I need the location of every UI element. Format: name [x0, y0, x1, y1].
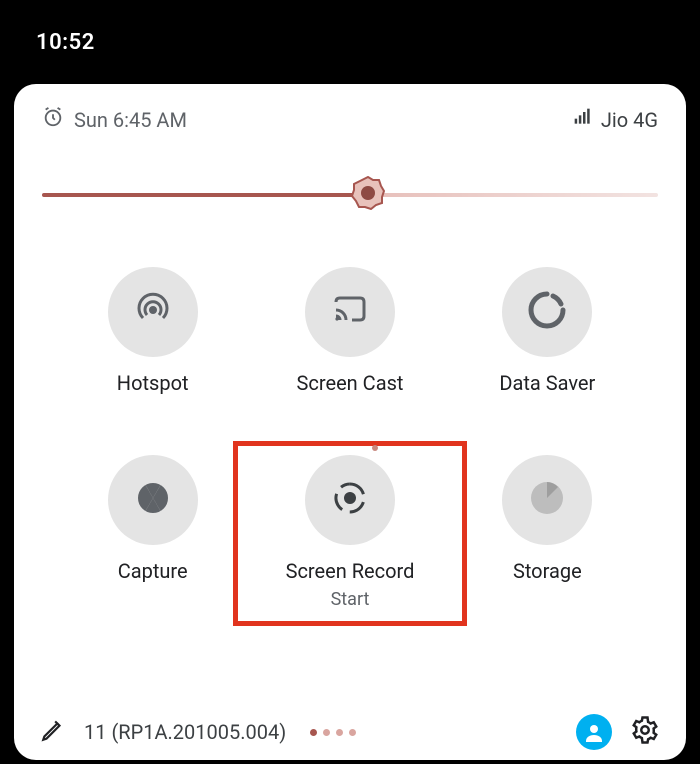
tile-label: Capture	[118, 559, 188, 583]
tile-hotspot[interactable]: Hotspot	[54, 267, 251, 395]
tiles-grid: Hotspot Screen Cast	[14, 237, 686, 620]
carrier-label: Jio 4G	[601, 108, 658, 132]
outer-clock: 10:52	[36, 30, 95, 55]
tile-sublabel: Start	[331, 589, 370, 610]
aperture-icon	[131, 476, 175, 524]
user-avatar-button[interactable]	[576, 714, 612, 750]
storage-icon	[525, 476, 569, 524]
tile-label: Data Saver	[499, 371, 595, 395]
signal-icon	[573, 107, 593, 132]
tile-data-saver[interactable]: Data Saver	[449, 267, 646, 395]
cast-icon	[328, 288, 372, 336]
footer-row: 11 (RP1A.201005.004)	[40, 714, 660, 750]
active-dot-icon	[372, 445, 378, 451]
data-saver-icon	[525, 288, 569, 336]
tile-label: Storage	[513, 559, 582, 583]
tile-label: Screen Record	[286, 559, 415, 583]
brightness-slider-thumb[interactable]	[351, 176, 385, 214]
quick-settings-panel: Sun 6:45 AM Jio 4G	[14, 84, 686, 760]
record-icon	[328, 476, 372, 524]
page-indicator[interactable]	[310, 729, 356, 736]
alarm-icon	[42, 106, 64, 133]
status-time: Sun 6:45 AM	[74, 108, 187, 132]
status-row: Sun 6:45 AM Jio 4G	[14, 84, 686, 143]
tile-label: Hotspot	[117, 371, 189, 395]
tile-label: Screen Cast	[297, 371, 404, 395]
tile-screen-record[interactable]: Screen Record Start	[251, 455, 448, 610]
edit-button[interactable]	[40, 717, 66, 747]
tile-screen-cast[interactable]: Screen Cast	[251, 267, 448, 395]
build-label: 11 (RP1A.201005.004)	[84, 720, 286, 744]
settings-button[interactable]	[630, 715, 660, 749]
hotspot-icon	[131, 288, 175, 336]
tile-capture[interactable]: Capture	[54, 455, 251, 610]
brightness-slider[interactable]	[42, 193, 658, 197]
tile-storage[interactable]: Storage	[449, 455, 646, 610]
